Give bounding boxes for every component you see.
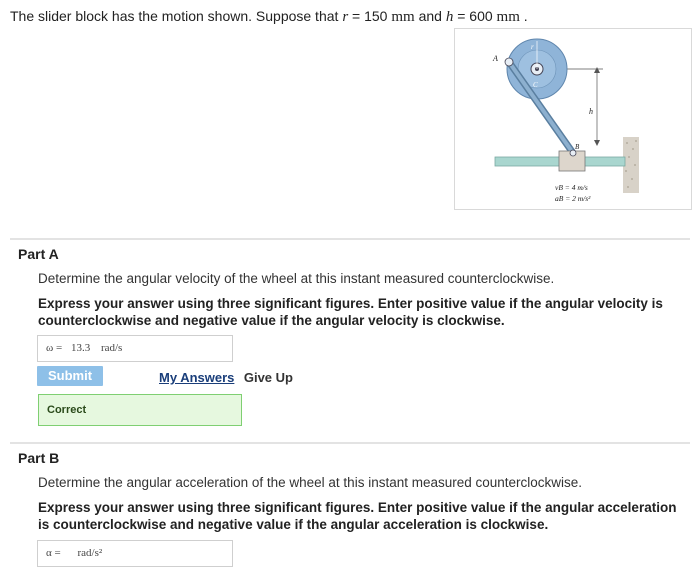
divider-part-b <box>10 442 690 444</box>
part-a-instructions: Express your answer using three signific… <box>38 296 663 328</box>
part-a-answer-unit: rad/s <box>100 342 123 354</box>
vb-label: vB = 4 m/s <box>555 183 588 192</box>
submit-button[interactable]: Submit <box>37 366 103 386</box>
divider-part-a <box>10 238 690 240</box>
my-answers-link[interactable]: My Answers <box>159 370 234 385</box>
part-b-answer-unit: rad/s² <box>77 547 103 559</box>
feedback-text: Correct <box>47 404 87 416</box>
part-b-title: Part B <box>18 450 60 466</box>
h-unit: mm <box>496 9 520 25</box>
problem-text: The slider block has the motion shown. S… <box>10 8 339 24</box>
b-label: B <box>575 143 580 151</box>
give-up-link[interactable]: Give Up <box>244 370 293 385</box>
part-b-instructions: Express your answer using three signific… <box>38 500 677 532</box>
r-value: = 150 <box>348 8 392 24</box>
part-a-answer-value: 13.3 <box>70 342 91 354</box>
part-b-question: Determine the angular acceleration of th… <box>38 475 583 490</box>
part-a-answer-field[interactable]: ω = 13.3 rad/s <box>37 335 233 362</box>
wheel-slider-diagram: h r C A B vB = 4 m/s aB = 2 m/s² <box>492 38 639 203</box>
h-label: h <box>589 107 593 116</box>
h-value: = 600 <box>453 8 497 24</box>
arrow-down-icon <box>594 140 600 146</box>
pin-a <box>504 57 514 67</box>
and-text: and <box>414 8 446 24</box>
c-label: C <box>533 81 538 89</box>
alpha-symbol: α = <box>46 547 61 559</box>
r-label: r <box>531 43 534 51</box>
r-unit: mm <box>391 9 415 25</box>
mechanism-figure: h r C A B vB = 4 m/s aB = 2 m/s² <box>454 28 692 210</box>
a-label: A <box>492 54 498 63</box>
feedback-correct: Correct <box>38 394 242 426</box>
part-b-answer-field[interactable]: α = rad/s² <box>37 540 233 567</box>
ab-label: aB = 2 m/s² <box>555 194 591 203</box>
period: . <box>519 8 528 24</box>
problem-statement: The slider block has the motion shown. S… <box>10 8 528 26</box>
omega-symbol: ω = <box>46 342 63 354</box>
arrow-up-icon <box>594 67 600 73</box>
answer-links: My Answers Give Up <box>159 369 293 387</box>
wall <box>623 137 639 193</box>
part-a-title: Part A <box>18 246 59 262</box>
part-a-question: Determine the angular velocity of the wh… <box>38 271 555 286</box>
